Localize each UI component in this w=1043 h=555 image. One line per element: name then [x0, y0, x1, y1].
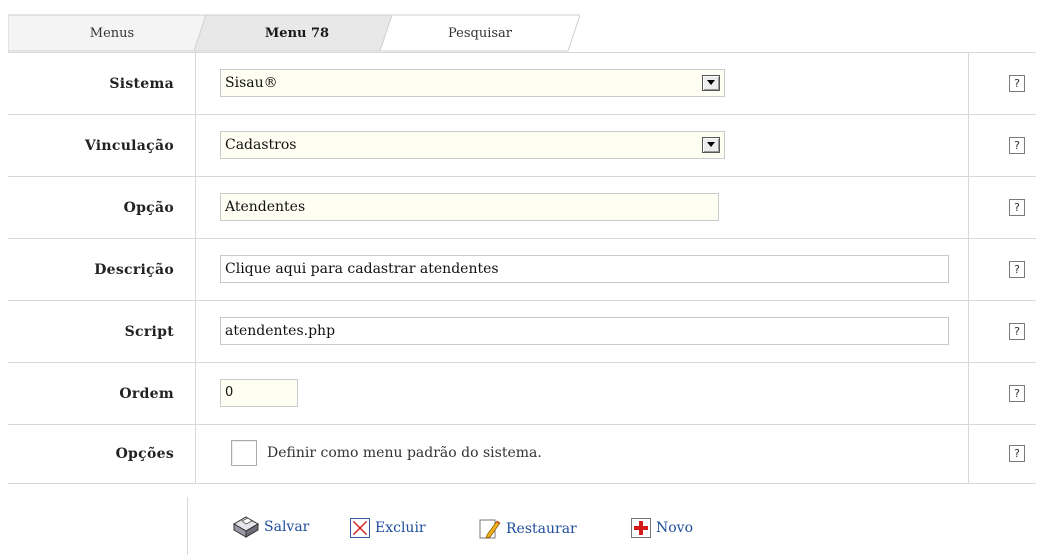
- help-button[interactable]: ?: [1009, 74, 1025, 92]
- chevron-down-icon[interactable]: [702, 136, 720, 153]
- new-label: Novo: [656, 520, 694, 536]
- checkbox-label[interactable]: Definir como menu padrão do sistema.: [267, 445, 542, 461]
- divider: [968, 115, 969, 176]
- delete-button[interactable]: Excluir: [350, 518, 426, 538]
- form-row-descricao: Descrição Clique aqui para cadastrar ate…: [8, 239, 1036, 301]
- red-plus-icon: [631, 518, 651, 538]
- tab-menus[interactable]: Menus: [8, 14, 216, 52]
- select-value: Sisau®: [225, 74, 278, 91]
- help-button[interactable]: ?: [1009, 260, 1025, 278]
- tab-label: Menus: [89, 25, 135, 41]
- field-label: Ordem: [119, 385, 174, 402]
- pencil-icon: [479, 519, 501, 539]
- vinculacao-select[interactable]: Cadastros: [220, 130, 725, 159]
- divider: [968, 239, 969, 300]
- form-row-opcoes: Opções Definir como menu padrão do siste…: [8, 425, 1036, 484]
- divider: [195, 115, 196, 176]
- help-button[interactable]: ?: [1009, 445, 1025, 462]
- save-button[interactable]: Salvar: [233, 516, 309, 538]
- tab-label: Menu 78: [264, 25, 330, 41]
- divider: [968, 363, 969, 424]
- divider: [195, 239, 196, 300]
- field-label: Descrição: [94, 261, 174, 278]
- field-label: Opções: [115, 446, 174, 462]
- field-label: Opção: [123, 199, 174, 216]
- menu-form: Sistema Sisau® ? Vinculação Cadastros ? …: [8, 52, 1036, 484]
- diskette-icon: [233, 516, 259, 538]
- field-label: Script: [124, 323, 174, 340]
- divider: [968, 53, 969, 114]
- divider: [968, 301, 969, 362]
- default-menu-option: Definir como menu padrão do sistema.: [231, 440, 542, 466]
- divider: [195, 177, 196, 238]
- delete-label: Excluir: [375, 520, 426, 536]
- divider: [968, 177, 969, 238]
- restore-button[interactable]: Restaurar: [479, 518, 577, 539]
- divider: [195, 363, 196, 424]
- field-label: Vinculação: [84, 137, 174, 154]
- divider: [195, 301, 196, 362]
- form-row-opcao: Opção Atendentes ?: [8, 177, 1036, 239]
- divider: [195, 425, 196, 483]
- chevron-down-icon[interactable]: [702, 74, 720, 91]
- tab-pesquisar[interactable]: Pesquisar: [380, 14, 580, 52]
- restore-label: Restaurar: [506, 520, 577, 537]
- divider: [968, 425, 969, 483]
- help-button[interactable]: ?: [1009, 136, 1025, 154]
- form-row-sistema: Sistema Sisau® ?: [8, 53, 1036, 115]
- tab-menu-78[interactable]: Menu 78: [194, 14, 400, 52]
- form-row-script: Script atendentes.php ?: [8, 301, 1036, 363]
- script-input[interactable]: atendentes.php: [220, 316, 949, 345]
- divider: [195, 53, 196, 114]
- default-menu-checkbox[interactable]: [231, 440, 257, 466]
- tab-label: Pesquisar: [447, 25, 513, 41]
- form-row-vinculacao: Vinculação Cadastros ?: [8, 115, 1036, 177]
- help-button[interactable]: ?: [1009, 198, 1025, 216]
- sistema-select[interactable]: Sisau®: [220, 68, 725, 97]
- tab-bar: Menus Menu 78 Pesquisar: [8, 14, 588, 52]
- field-label: Sistema: [109, 75, 174, 92]
- action-bar: Salvar Excluir Restaurar Novo: [187, 497, 748, 555]
- red-x-icon: [350, 518, 370, 538]
- form-row-ordem: Ordem 0 ?: [8, 363, 1036, 425]
- help-button[interactable]: ?: [1009, 322, 1025, 340]
- ordem-input[interactable]: 0: [220, 378, 298, 407]
- new-button[interactable]: Novo: [631, 518, 693, 538]
- select-value: Cadastros: [225, 136, 297, 153]
- help-button[interactable]: ?: [1009, 384, 1025, 402]
- opcao-input[interactable]: Atendentes: [220, 192, 719, 221]
- descricao-input[interactable]: Clique aqui para cadastrar atendentes: [220, 254, 949, 283]
- save-label: Salvar: [264, 519, 310, 535]
